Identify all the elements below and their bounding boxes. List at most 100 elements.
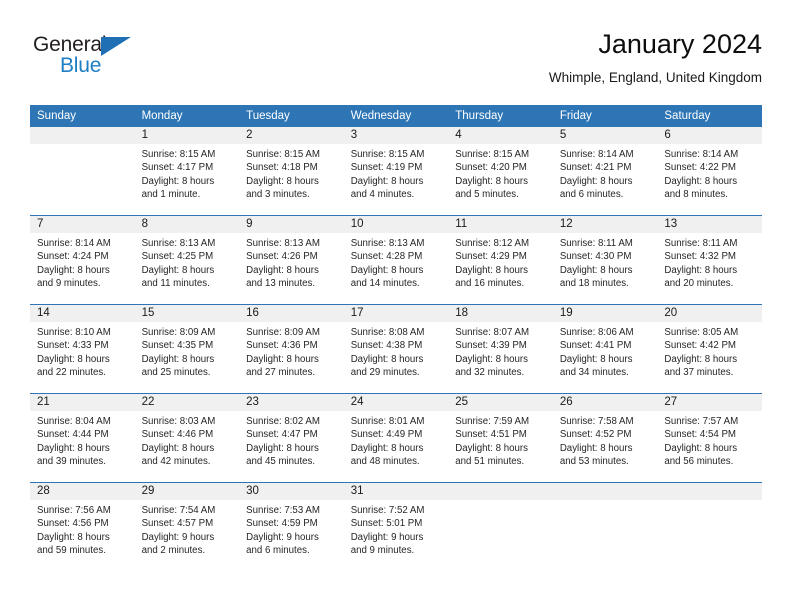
day-cell-inner: 19 Sunrise: 8:06 AM Sunset: 4:41 PM Dayligh…: [552, 305, 658, 393]
daylight-text-line2: and 34 minutes.: [559, 366, 629, 378]
day-details: Sunrise: 8:06 AM Sunset: 4:41 PM Daylight:…: [553, 322, 658, 379]
day-details: Sunrise: 8:13 AM Sunset: 4:28 PM Daylight:…: [344, 233, 449, 290]
daylight-text-line2: and 6 minutes.: [559, 188, 624, 200]
day-number: 26: [552, 394, 658, 411]
sunset-text: Sunset: 5:01 PM: [350, 518, 423, 530]
daylight-text-line1: Daylight: 8 hours: [559, 442, 633, 454]
sunrise-text: Sunrise: 8:15 AM: [246, 149, 320, 160]
calendar-day-cell[interactable]: 12 Sunrise: 8:11 AM Sunset: 4:30 PM Dayligh…: [552, 215, 658, 305]
sunset-text: Sunset: 4:46 PM: [141, 429, 214, 441]
calendar-day-cell[interactable]: 9 Sunrise: 8:13 AM Sunset: 4:26 PM Daylight…: [239, 215, 344, 305]
daylight-text-line1: Daylight: 8 hours: [455, 442, 528, 454]
sunset-text: Sunset: 4:24 PM: [37, 251, 109, 263]
day-number: 31: [343, 483, 449, 500]
calendar-day-cell[interactable]: 14 Sunrise: 8:10 AM Sunset: 4:33 PM Dayligh…: [30, 304, 135, 394]
calendar-day-cell[interactable]: 24 Sunrise: 8:01 AM Sunset: 4:49 PM Dayligh…: [343, 393, 449, 483]
day-details: Sunrise: 8:12 AM Sunset: 4:29 PM Daylight:…: [448, 233, 553, 290]
daylight-text-line2: and 3 minutes.: [246, 188, 310, 200]
calendar-day-cell[interactable]: 5 Sunrise: 8:14 AM Sunset: 4:21 PM Daylight…: [552, 127, 658, 216]
day-number: 23: [239, 394, 344, 411]
day-number: 19: [552, 305, 658, 322]
sunrise-text: Sunrise: 7:58 AM: [559, 416, 634, 427]
calendar-day-cell[interactable]: 31 Sunrise: 7:52 AM Sunset: 5:01 PM Dayligh…: [343, 482, 449, 571]
weekday-header-wednesday: Wednesday: [343, 105, 449, 127]
calendar-day-cell[interactable]: 17 Sunrise: 8:08 AM Sunset: 4:38 PM Dayligh…: [343, 304, 449, 394]
sunset-text: Sunset: 4:54 PM: [664, 429, 736, 441]
daylight-text-line1: Daylight: 8 hours: [559, 264, 633, 276]
calendar-day-cell[interactable]: 11 Sunrise: 8:12 AM Sunset: 4:29 PM Dayligh…: [448, 215, 553, 305]
calendar-day-cell[interactable]: 1 Sunrise: 8:15 AM Sunset: 4:17 PM Daylight…: [134, 127, 240, 216]
daylight-text-line1: Daylight: 8 hours: [455, 353, 528, 365]
weekday-header-saturday: Saturday: [657, 105, 762, 127]
day-cell-inner: 18 Sunrise: 8:07 AM Sunset: 4:39 PM Dayligh…: [448, 305, 553, 393]
daylight-text-line2: and 42 minutes.: [141, 455, 211, 467]
day-number: 18: [448, 305, 553, 322]
sunrise-text: Sunrise: 7:54 AM: [141, 505, 216, 516]
daylight-text-line1: Daylight: 8 hours: [664, 353, 738, 365]
sunrise-text: Sunrise: 7:59 AM: [455, 416, 530, 427]
calendar-day-cell[interactable]: 19 Sunrise: 8:06 AM Sunset: 4:41 PM Dayligh…: [552, 304, 658, 394]
calendar-day-cell[interactable]: 22 Sunrise: 8:03 AM Sunset: 4:46 PM Dayligh…: [134, 393, 240, 483]
calendar-day-cell[interactable]: 28 Sunrise: 7:56 AM Sunset: 4:56 PM Dayligh…: [30, 482, 135, 571]
calendar-day-cell[interactable]: 6 Sunrise: 8:14 AM Sunset: 4:22 PM Daylight…: [657, 127, 762, 216]
daylight-text-line1: Daylight: 8 hours: [559, 353, 633, 365]
sunrise-text: Sunrise: 7:52 AM: [350, 505, 425, 516]
calendar-day-cell[interactable]: 15 Sunrise: 8:09 AM Sunset: 4:35 PM Dayligh…: [134, 304, 240, 394]
calendar-day-cell[interactable]: 29 Sunrise: 7:54 AM Sunset: 4:57 PM Dayligh…: [134, 482, 240, 571]
calendar-day-cell[interactable]: 10 Sunrise: 8:13 AM Sunset: 4:28 PM Dayligh…: [343, 215, 449, 305]
day-number: 14: [30, 305, 135, 322]
sunrise-text: Sunrise: 8:13 AM: [350, 238, 425, 249]
day-cell-inner: 12 Sunrise: 8:11 AM Sunset: 4:30 PM Dayligh…: [552, 216, 658, 304]
calendar-day-cell[interactable]: 26 Sunrise: 7:58 AM Sunset: 4:52 PM Dayligh…: [552, 393, 658, 483]
day-details: Sunrise: 7:53 AM Sunset: 4:59 PM Daylight:…: [239, 500, 344, 557]
daylight-text-line1: Daylight: 8 hours: [141, 442, 215, 454]
sunrise-text: Sunrise: 7:56 AM: [37, 505, 111, 516]
daylight-text-line1: Daylight: 8 hours: [37, 531, 110, 543]
day-number: 4: [448, 127, 553, 144]
sunset-text: Sunset: 4:28 PM: [350, 251, 423, 263]
calendar-day-cell[interactable]: 21 Sunrise: 8:04 AM Sunset: 4:44 PM Dayligh…: [30, 393, 135, 483]
daylight-text-line2: and 53 minutes.: [559, 455, 629, 467]
calendar-day-cell[interactable]: 30 Sunrise: 7:53 AM Sunset: 4:59 PM Dayligh…: [239, 482, 344, 571]
day-number: [657, 483, 762, 500]
calendar-day-cell[interactable]: 7 Sunrise: 8:14 AM Sunset: 4:24 PM Daylight…: [30, 215, 135, 305]
day-number: 8: [134, 216, 240, 233]
sunset-text: Sunset: 4:57 PM: [141, 518, 214, 530]
daylight-text-line1: Daylight: 8 hours: [664, 442, 738, 454]
calendar-day-cell[interactable]: 13 Sunrise: 8:11 AM Sunset: 4:32 PM Dayligh…: [657, 215, 762, 305]
calendar-weekday-header: Sunday Monday Tuesday Wednesday Thursday Frid…: [30, 105, 762, 127]
calendar-day-cell[interactable]: 2 Sunrise: 8:15 AM Sunset: 4:18 PM Daylight…: [239, 127, 344, 216]
day-cell-inner: 10 Sunrise: 8:13 AM Sunset: 4:28 PM Dayligh…: [343, 216, 449, 304]
sunset-text: Sunset: 4:56 PM: [37, 518, 109, 530]
day-details: Sunrise: 7:58 AM Sunset: 4:52 PM Daylight:…: [553, 411, 658, 468]
day-cell-inner: [30, 127, 135, 215]
sunrise-text: Sunrise: 7:57 AM: [664, 416, 739, 427]
day-number: 25: [448, 394, 553, 411]
calendar-day-cell[interactable]: 4 Sunrise: 8:15 AM Sunset: 4:20 PM Daylight…: [448, 127, 553, 216]
calendar-day-cell[interactable]: 20 Sunrise: 8:05 AM Sunset: 4:42 PM Dayligh…: [657, 304, 762, 394]
daylight-text-line2: and 4 minutes.: [350, 188, 415, 200]
daylight-text-line1: Daylight: 8 hours: [350, 175, 424, 187]
calendar-day-cell-empty: [30, 127, 135, 216]
calendar-day-cell[interactable]: 27 Sunrise: 7:57 AM Sunset: 4:54 PM Dayligh…: [657, 393, 762, 483]
page-header: General Blue January 2024 Whimple, Engla…: [0, 0, 792, 100]
day-number: 7: [30, 216, 135, 233]
calendar-day-cell[interactable]: 3 Sunrise: 8:15 AM Sunset: 4:19 PM Daylight…: [343, 127, 449, 216]
calendar-day-cell[interactable]: 16 Sunrise: 8:09 AM Sunset: 4:36 PM Dayligh…: [239, 304, 344, 394]
day-number: [30, 127, 135, 144]
daylight-text-line1: Daylight: 8 hours: [455, 175, 528, 187]
calendar-day-cell[interactable]: 25 Sunrise: 7:59 AM Sunset: 4:51 PM Dayligh…: [448, 393, 553, 483]
day-cell-inner: 8 Sunrise: 8:13 AM Sunset: 4:25 PM Daylight…: [134, 216, 240, 304]
calendar-day-cell[interactable]: 18 Sunrise: 8:07 AM Sunset: 4:39 PM Dayligh…: [448, 304, 553, 394]
sunrise-text: Sunrise: 8:11 AM: [559, 238, 633, 249]
sunset-text: Sunset: 4:38 PM: [350, 340, 423, 352]
daylight-text-line1: Daylight: 8 hours: [350, 442, 424, 454]
calendar-day-cell[interactable]: 23 Sunrise: 8:02 AM Sunset: 4:47 PM Dayligh…: [239, 393, 344, 483]
calendar-day-cell[interactable]: 8 Sunrise: 8:13 AM Sunset: 4:25 PM Daylight…: [134, 215, 240, 305]
sunrise-text: Sunrise: 8:15 AM: [141, 149, 216, 160]
day-cell-inner: 6 Sunrise: 8:14 AM Sunset: 4:22 PM Daylight…: [657, 127, 762, 215]
sunset-text: Sunset: 4:36 PM: [246, 340, 318, 352]
daylight-text-line1: Daylight: 8 hours: [246, 175, 319, 187]
daylight-text-line2: and 37 minutes.: [664, 366, 734, 378]
daylight-text-line2: and 32 minutes.: [455, 366, 525, 378]
